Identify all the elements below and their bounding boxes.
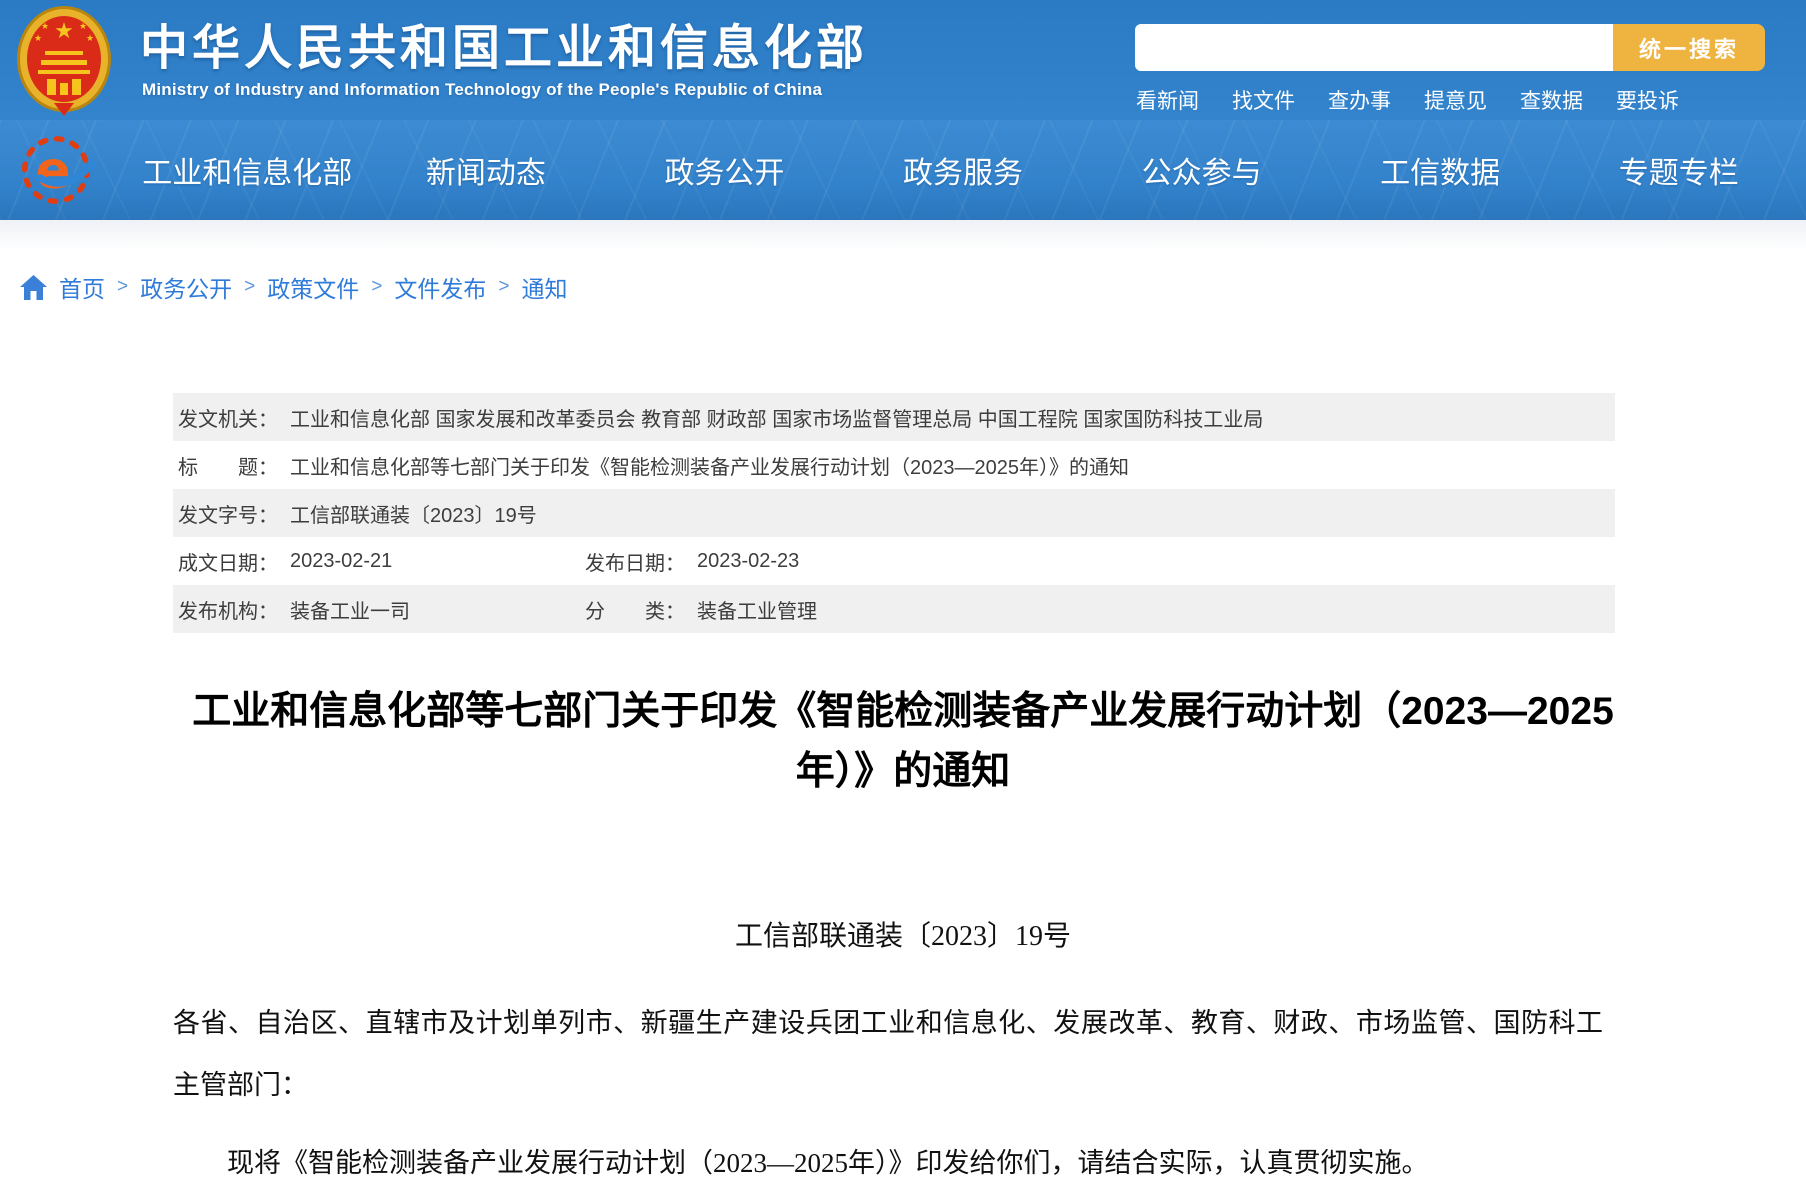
meta-label: 发文字号：	[178, 504, 278, 527]
quick-link-feedback[interactable]: 提意见	[1424, 85, 1487, 115]
nav-item-gov-affairs[interactable]: 政务公开	[605, 120, 844, 220]
meta-cell-category: 分 类： 装备工业管理	[585, 595, 817, 624]
meta-value: 2023-02-23	[697, 549, 800, 572]
quick-link-services[interactable]: 查办事	[1328, 85, 1391, 115]
svg-text:e: e	[36, 141, 71, 201]
national-emblem-icon: ★ ★ ★ ★ ★	[17, 6, 111, 116]
national-emblem-logo: ★ ★ ★ ★ ★	[14, 5, 114, 119]
breadcrumb-separator: >	[371, 276, 383, 297]
meta-cell-publish-date: 发布日期： 2023-02-23	[585, 547, 799, 576]
nav-item-miit[interactable]: 工业和信息化部	[128, 120, 367, 220]
meta-value: 工信部联通装〔2023〕19号	[290, 504, 537, 527]
site-header: ★ ★ ★ ★ ★ 中华人民共和国工业和信息化部 Ministry of Ind…	[0, 0, 1806, 120]
addressee-paragraph: 各省、自治区、直辖市及计划单列市、新疆生产建设兵团工业和信息化、发展改革、教育、…	[173, 1008, 1603, 1100]
meta-value: 工业和信息化部 国家发展和改革委员会 教育部 财政部 国家市场监督管理总局 中国…	[290, 408, 1264, 431]
meta-label: 成文日期：	[178, 552, 278, 575]
breadcrumb-gov-affairs[interactable]: 政务公开	[140, 270, 232, 304]
svg-text:★: ★	[34, 33, 42, 43]
svg-text:★: ★	[54, 18, 74, 43]
meta-row-dates: 成文日期： 2023-02-21 发布日期： 2023-02-23	[173, 537, 1615, 585]
nav-item-gov-services[interactable]: 政务服务	[844, 120, 1083, 220]
main-nav: e 工业和信息化部 新闻动态 政务公开 政务服务 公众参与 工信数据 专题专栏	[0, 120, 1806, 220]
meta-value: 装备工业管理	[697, 600, 817, 623]
nav-item-public-participation[interactable]: 公众参与	[1082, 120, 1321, 220]
svg-text:★: ★	[79, 21, 87, 31]
quick-link-complaint[interactable]: 要投诉	[1616, 85, 1679, 115]
content-top-fade	[0, 220, 1806, 250]
meta-row-title: 标 题： 工业和信息化部等七部门关于印发《智能检测装备产业发展行动计划（2023…	[173, 441, 1615, 489]
meta-label: 发布机构：	[178, 600, 278, 623]
search-input[interactable]	[1135, 24, 1613, 71]
content-area: 首页 > 政务公开 > 政策文件 > 文件发布 > 通知 发文机关： 工业和信息…	[0, 220, 1806, 1191]
breadcrumb-document-release[interactable]: 文件发布	[394, 270, 486, 304]
breadcrumb-policy-documents[interactable]: 政策文件	[267, 270, 359, 304]
breadcrumb-separator: >	[244, 276, 256, 297]
breadcrumb: 首页 > 政务公开 > 政策文件 > 文件发布 > 通知	[20, 270, 567, 304]
meta-label: 发布日期：	[585, 552, 685, 575]
home-icon[interactable]	[20, 274, 47, 300]
meta-label: 发文机关：	[178, 408, 278, 431]
site-title: 中华人民共和国工业和信息化部	[140, 22, 869, 75]
breadcrumb-separator: >	[498, 276, 510, 297]
meta-label: 分 类：	[585, 600, 685, 623]
miit-e-logo-icon: e	[20, 131, 98, 209]
unified-search-button[interactable]: 统一搜索	[1613, 24, 1765, 71]
meta-cell-written-date: 成文日期： 2023-02-21	[178, 547, 585, 576]
search-area: 统一搜索	[1135, 24, 1765, 71]
breadcrumb-notice[interactable]: 通知	[521, 270, 567, 304]
breadcrumb-separator: >	[117, 276, 129, 297]
document-number: 工信部联通装〔2023〕19号	[734, 921, 1071, 952]
quick-link-news[interactable]: 看新闻	[1136, 85, 1199, 115]
svg-text:★: ★	[41, 21, 49, 31]
meta-value: 工业和信息化部等七部门关于印发《智能检测装备产业发展行动计划（2023—2025…	[290, 456, 1129, 479]
meta-value: 装备工业一司	[290, 600, 410, 623]
site-subtitle: Ministry of Industry and Information Tec…	[142, 80, 823, 99]
meta-cell-publishing-org: 发布机构： 装备工业一司	[178, 595, 585, 624]
nav-item-miit-data[interactable]: 工信数据	[1321, 120, 1560, 220]
meta-value: 2023-02-21	[290, 549, 393, 572]
body-paragraph: 现将《智能检测装备产业发展行动计划（2023—2025年）》印发给你们，请结合实…	[227, 1148, 1429, 1178]
nav-item-special-topics[interactable]: 专题专栏	[1559, 120, 1798, 220]
document-title: 工业和信息化部等七部门关于印发《智能检测装备产业发展行动计划（2023—2025…	[192, 690, 1614, 793]
svg-text:★: ★	[86, 33, 94, 43]
quick-link-data[interactable]: 查数据	[1520, 85, 1583, 115]
nav-item-news[interactable]: 新闻动态	[367, 120, 606, 220]
breadcrumb-home[interactable]: 首页	[59, 270, 105, 304]
meta-row-publishing-org: 发布机构： 装备工业一司 分 类： 装备工业管理	[173, 585, 1615, 633]
meta-row-document-number: 发文字号： 工信部联通装〔2023〕19号	[173, 489, 1615, 537]
nav-items: 工业和信息化部 新闻动态 政务公开 政务服务 公众参与 工信数据 专题专栏	[128, 120, 1798, 220]
quick-links: 看新闻 找文件 查办事 提意见 查数据 要投诉	[1136, 85, 1679, 115]
meta-row-issuing-authority: 发文机关： 工业和信息化部 国家发展和改革委员会 教育部 财政部 国家市场监督管…	[173, 393, 1615, 441]
quick-link-files[interactable]: 找文件	[1232, 85, 1295, 115]
meta-label: 标 题：	[178, 456, 278, 479]
document-meta-table: 发文机关： 工业和信息化部 国家发展和改革委员会 教育部 财政部 国家市场监督管…	[173, 393, 1615, 633]
